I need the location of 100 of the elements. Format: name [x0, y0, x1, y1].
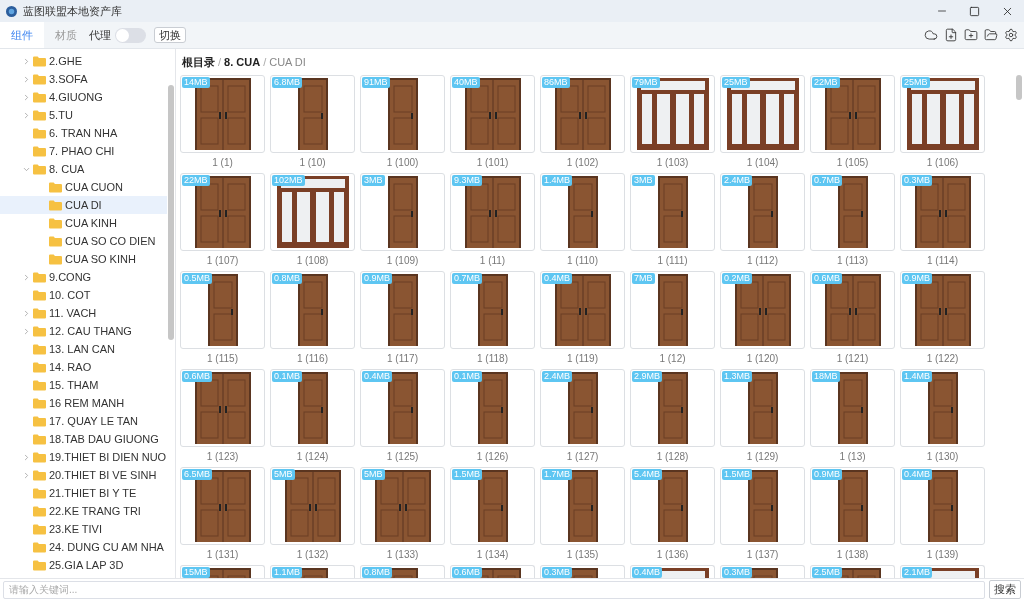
tree-item[interactable]: 4.GIUONG	[0, 88, 167, 106]
search-button[interactable]: 搜索	[989, 580, 1021, 599]
search-field[interactable]: 请输入关键词...	[3, 580, 985, 599]
asset-tile[interactable]: 0.6MB	[810, 271, 895, 349]
asset-tile[interactable]: 0.8MB	[270, 271, 355, 349]
asset-tile[interactable]: 22MB	[810, 75, 895, 153]
tree-item[interactable]: 15. THAM	[0, 376, 167, 394]
breadcrumb-link[interactable]: 8. CUA	[224, 53, 261, 71]
asset-label: 1 (133)	[386, 548, 419, 562]
asset-tile[interactable]: 0.2MB	[720, 271, 805, 349]
asset-tile[interactable]: 91MB	[360, 75, 445, 153]
tree-item[interactable]: 13. LAN CAN	[0, 340, 167, 358]
asset-tile[interactable]: 0.9MB	[360, 271, 445, 349]
breadcrumb-link[interactable]: 根目录	[182, 53, 215, 71]
asset-tile[interactable]: 0.1MB	[270, 369, 355, 447]
tree-item[interactable]: 20.THIET BI VE SINH	[0, 466, 167, 484]
tree-item[interactable]: CUA CUON	[0, 178, 167, 196]
asset-tile[interactable]: 0.6MB	[450, 565, 535, 578]
asset-tile[interactable]: 102MB	[270, 173, 355, 251]
asset-tile[interactable]: 40MB	[450, 75, 535, 153]
asset-tile[interactable]: 2.4MB	[720, 173, 805, 251]
scrollbar-thumb[interactable]	[168, 85, 174, 340]
tree-item[interactable]: 18.TAB DAU GIUONG	[0, 430, 167, 448]
tree-item[interactable]: 17. QUAY LE TAN	[0, 412, 167, 430]
tree-item[interactable]: CUA DI	[0, 196, 167, 214]
asset-tile[interactable]: 3MB	[360, 173, 445, 251]
tree-item[interactable]: 7. PHAO CHI	[0, 142, 167, 160]
proxy-toggle[interactable]	[115, 27, 146, 43]
cloud-icon[interactable]	[924, 28, 938, 42]
tab[interactable]: 组件	[0, 22, 44, 48]
tree-item[interactable]: 2.GHE	[0, 52, 167, 70]
asset-tile[interactable]: 0.7MB	[810, 173, 895, 251]
tree-item[interactable]: 16 REM MANH	[0, 394, 167, 412]
asset-tile[interactable]: 0.3MB	[900, 173, 985, 251]
asset-tile[interactable]: 25MB	[720, 75, 805, 153]
file-plus-icon[interactable]	[944, 28, 958, 42]
tab[interactable]: 材质	[44, 22, 88, 48]
tree-item[interactable]: 24. DUNG CU AM NHA	[0, 538, 167, 556]
asset-tile[interactable]: 6.5MB	[180, 467, 265, 545]
tree-item[interactable]: 8. CUA	[0, 160, 167, 178]
tree-item[interactable]: 10. COT	[0, 286, 167, 304]
asset-tile[interactable]: 0.6MB	[180, 369, 265, 447]
switch-button[interactable]: 切换	[154, 27, 186, 43]
asset-tile[interactable]: 0.4MB	[540, 271, 625, 349]
asset-tile[interactable]: 1.5MB	[450, 467, 535, 545]
tree-item[interactable]: 6. TRAN NHA	[0, 124, 167, 142]
folder-open-icon[interactable]	[984, 28, 998, 42]
tree-item[interactable]: CUA SO KINH	[0, 250, 167, 268]
asset-tile[interactable]: 7MB	[630, 271, 715, 349]
asset-tile[interactable]: 0.4MB	[630, 565, 715, 578]
maximize-icon[interactable]	[969, 5, 980, 17]
asset-tile[interactable]: 0.4MB	[900, 467, 985, 545]
asset-tile[interactable]: 79MB	[630, 75, 715, 153]
asset-tile[interactable]: 0.3MB	[540, 565, 625, 578]
asset-tile[interactable]: 1.1MB	[270, 565, 355, 578]
asset-tile[interactable]: 25MB	[900, 75, 985, 153]
tree-item[interactable]: 11. VACH	[0, 304, 167, 322]
asset-tile[interactable]: 86MB	[540, 75, 625, 153]
asset-tile[interactable]: 2.4MB	[540, 369, 625, 447]
asset-tile[interactable]: 1.7MB	[540, 467, 625, 545]
asset-tile[interactable]: 5.4MB	[630, 467, 715, 545]
tree-item[interactable]: 25.GIA LAP 3D	[0, 556, 167, 574]
tree-item[interactable]: 14. RAO	[0, 358, 167, 376]
asset-tile[interactable]: 0.9MB	[810, 467, 895, 545]
asset-tile[interactable]: 2.1MB	[900, 565, 985, 578]
asset-tile[interactable]: 15MB	[180, 565, 265, 578]
tree-item[interactable]: 9.CONG	[0, 268, 167, 286]
asset-tile[interactable]: 9.3MB	[450, 173, 535, 251]
asset-tile[interactable]: 18MB	[810, 369, 895, 447]
tree-item[interactable]: CUA KINH	[0, 214, 167, 232]
tree-item[interactable]: 21.THIET BI Y TE	[0, 484, 167, 502]
folder-plus-icon[interactable]	[964, 28, 978, 42]
tree-item[interactable]: 12. CAU THANG	[0, 322, 167, 340]
asset-tile[interactable]: 14MB	[180, 75, 265, 153]
tree-item[interactable]: 3.SOFA	[0, 70, 167, 88]
tree-item[interactable]: 23.KE TIVI	[0, 520, 167, 538]
asset-tile[interactable]: 0.5MB	[180, 271, 265, 349]
tree-item[interactable]: 22.KE TRANG TRI	[0, 502, 167, 520]
asset-tile[interactable]: 0.4MB	[360, 369, 445, 447]
asset-tile[interactable]: 1.3MB	[720, 369, 805, 447]
asset-tile[interactable]: 1.4MB	[900, 369, 985, 447]
asset-tile[interactable]: 3MB	[630, 173, 715, 251]
asset-tile[interactable]: 1.5MB	[720, 467, 805, 545]
asset-tile[interactable]: 0.8MB	[360, 565, 445, 578]
asset-tile[interactable]: 2.9MB	[630, 369, 715, 447]
settings-icon[interactable]	[1004, 28, 1018, 42]
asset-tile[interactable]: 0.1MB	[450, 369, 535, 447]
asset-tile[interactable]: 0.3MB	[720, 565, 805, 578]
asset-tile[interactable]: 1.4MB	[540, 173, 625, 251]
asset-tile[interactable]: 5MB	[360, 467, 445, 545]
tree-item[interactable]: 5.TU	[0, 106, 167, 124]
asset-tile[interactable]: 5MB	[270, 467, 355, 545]
asset-tile[interactable]: 0.7MB	[450, 271, 535, 349]
tree-item[interactable]: CUA SO CO DIEN	[0, 232, 167, 250]
tree-item[interactable]: 19.THIET BI DIEN NUO	[0, 448, 167, 466]
asset-tile[interactable]: 0.9MB	[900, 271, 985, 349]
asset-tile[interactable]: 2.5MB	[810, 565, 895, 578]
scrollbar-thumb[interactable]	[1016, 75, 1022, 100]
asset-tile[interactable]: 6.8MB	[270, 75, 355, 153]
asset-tile[interactable]: 22MB	[180, 173, 265, 251]
